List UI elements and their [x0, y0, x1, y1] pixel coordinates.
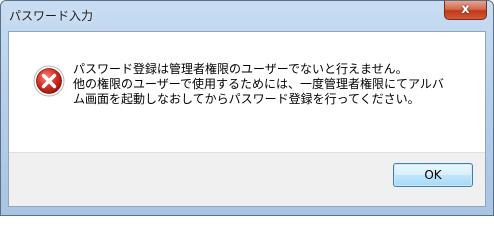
window-title: パスワード入力: [9, 9, 94, 23]
message-line-1: パスワード登録は管理者権限のユーザーでないと行えません。: [73, 62, 408, 76]
message-area: パスワード登録は管理者権限のユーザーでないと行えません。 他の権限のユーザーで使…: [9, 32, 485, 152]
button-bar: OK: [9, 152, 485, 206]
error-icon: [33, 65, 65, 97]
message-line-3: ム画面を起動しなおしてからパスワード登録を行ってください。: [73, 92, 420, 106]
close-button[interactable]: x: [444, 1, 487, 20]
dialog-client-area: パスワード登録は管理者権限のユーザーでないと行えません。 他の権限のユーザーで使…: [8, 31, 486, 207]
error-message: パスワード登録は管理者権限のユーザーでないと行えません。 他の権限のユーザーで使…: [73, 62, 473, 107]
dialog-window: パスワード入力 x パスワード登録は管理者権限のユーザーでないと行えません。 他…: [0, 0, 494, 216]
title-bar[interactable]: パスワード入力 x: [1, 1, 493, 29]
close-icon: x: [461, 2, 470, 17]
message-line-2: 他の権限のユーザーで使用するためには、一度管理者権限にてアルバ: [73, 77, 444, 91]
ok-button[interactable]: OK: [393, 163, 473, 187]
